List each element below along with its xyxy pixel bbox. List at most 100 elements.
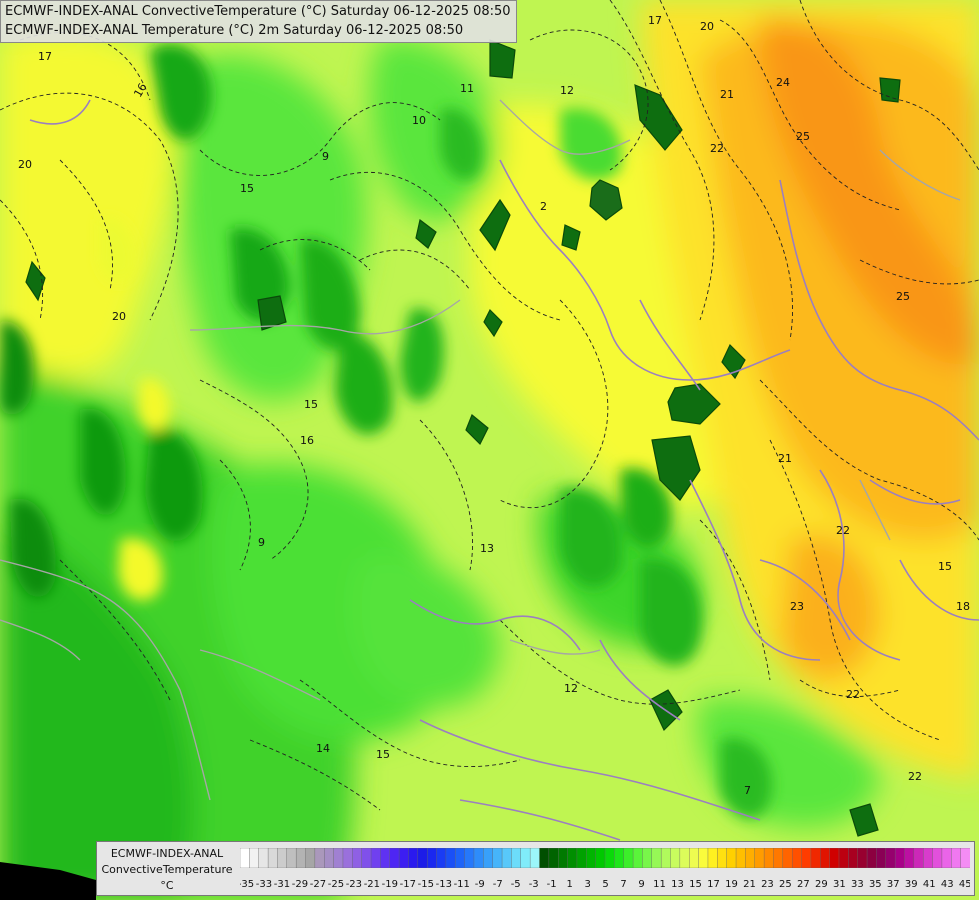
legend-swatch <box>389 848 400 868</box>
contour-label: 22 <box>846 688 860 701</box>
legend-tick-label: 27 <box>797 879 810 890</box>
legend-swatch <box>679 848 690 868</box>
contour-label: 12 <box>560 84 574 97</box>
legend-tick-label: -5 <box>511 879 521 890</box>
contour-label: 21 <box>720 88 734 101</box>
legend-swatch <box>960 848 970 868</box>
legend-swatch <box>249 848 260 868</box>
legend-swatch <box>455 848 466 868</box>
legend-swatch <box>754 848 765 868</box>
legend-swatch <box>539 848 550 868</box>
contour-label: 10 <box>412 114 426 127</box>
legend-color-bar <box>240 848 970 868</box>
legend-tick-label: 43 <box>941 879 954 890</box>
contour-label: 2 <box>540 200 547 213</box>
legend-tick-label: 9 <box>638 879 644 890</box>
legend-swatch <box>305 848 316 868</box>
legend-tick-label: -29 <box>292 879 308 890</box>
legend-tick-label: 3 <box>584 879 590 890</box>
contour-label: 17 <box>648 14 662 27</box>
legend-swatch <box>408 848 419 868</box>
legend-swatch <box>801 848 812 868</box>
legend-swatch <box>726 848 737 868</box>
contour-label: 23 <box>790 600 804 613</box>
weather-map: 17 16 20 15 10 9 12 11 17 20 21 22 24 25… <box>0 0 979 900</box>
legend-swatch <box>567 848 578 868</box>
legend-tick-label: -19 <box>382 879 398 890</box>
contour-label: 22 <box>908 770 922 783</box>
legend-swatch <box>913 848 924 868</box>
contour-label: 20 <box>112 310 126 323</box>
legend-swatch <box>763 848 774 868</box>
legend-parameter: ConvectiveTemperature <box>101 863 233 876</box>
contour-label: 16 <box>300 434 314 447</box>
legend-tick-label: 21 <box>743 879 756 890</box>
legend-tick-label: -15 <box>418 879 434 890</box>
legend-tick-label: -35 <box>240 879 254 890</box>
legend-swatch <box>445 848 456 868</box>
contour-label: 18 <box>956 600 970 613</box>
contour-label: 9 <box>258 536 265 549</box>
temperature-field <box>0 0 979 900</box>
legend-swatch <box>529 848 540 868</box>
contour-label: 9 <box>322 150 329 163</box>
legend-tick-label: 45 <box>959 879 970 890</box>
legend-swatch <box>904 848 915 868</box>
legend-swatch <box>642 848 653 868</box>
legend-tick-label: 7 <box>620 879 626 890</box>
legend-tick-label: 39 <box>905 879 918 890</box>
legend-tick-label: -9 <box>475 879 485 890</box>
legend-swatch <box>866 848 877 868</box>
legend-swatch <box>604 848 615 868</box>
legend-tick-label: 5 <box>602 879 608 890</box>
legend-swatch <box>670 848 681 868</box>
legend-tick-label: -3 <box>529 879 539 890</box>
map-title-box: ECMWF-INDEX-ANAL ConvectiveTemperature (… <box>0 0 517 43</box>
legend-swatch <box>370 848 381 868</box>
contour-label: 15 <box>304 398 318 411</box>
contour-label: 15 <box>376 748 390 761</box>
legend-swatch <box>923 848 934 868</box>
legend-swatch <box>576 848 587 868</box>
legend-swatch <box>483 848 494 868</box>
legend-swatch <box>885 848 896 868</box>
contour-label: 25 <box>796 130 810 143</box>
legend-swatch <box>820 848 831 868</box>
legend-swatch <box>848 848 859 868</box>
legend-swatch <box>436 848 447 868</box>
legend-swatch <box>380 848 391 868</box>
contour-label: 24 <box>776 76 790 89</box>
legend-swatch <box>240 848 250 868</box>
legend-swatch <box>501 848 512 868</box>
legend-swatch <box>810 848 821 868</box>
legend-swatch <box>426 848 438 868</box>
legend-swatch <box>417 848 428 868</box>
legend-tick-label: 31 <box>833 879 846 890</box>
legend-tick-label: -27 <box>310 879 326 890</box>
contour-label: 20 <box>18 158 32 171</box>
legend-swatch <box>632 848 643 868</box>
legend-swatch <box>894 848 905 868</box>
legend-model: ECMWF-INDEX-ANAL <box>110 847 224 860</box>
contour-label: 25 <box>896 290 910 303</box>
legend-swatch <box>558 848 569 868</box>
legend-swatch <box>623 848 634 868</box>
legend-swatch <box>941 848 952 868</box>
legend-swatch <box>717 848 728 868</box>
legend-swatch <box>277 848 288 868</box>
legend-tick-label: 11 <box>653 879 666 890</box>
legend-swatch <box>829 848 840 868</box>
legend-swatch <box>595 848 606 868</box>
contour-label: 20 <box>700 20 714 33</box>
legend-tick-label: 23 <box>761 879 774 890</box>
legend-swatch <box>511 848 522 868</box>
legend-tick-label: -11 <box>454 879 470 890</box>
legend-swatch <box>473 848 484 868</box>
legend-tick-label: -21 <box>364 879 380 890</box>
legend-swatch <box>838 848 849 868</box>
contour-label: 21 <box>778 452 792 465</box>
legend-unit: °C <box>160 879 174 892</box>
contour-label: 22 <box>836 524 850 537</box>
legend-swatch <box>857 848 868 868</box>
contour-label: 7 <box>744 784 751 797</box>
